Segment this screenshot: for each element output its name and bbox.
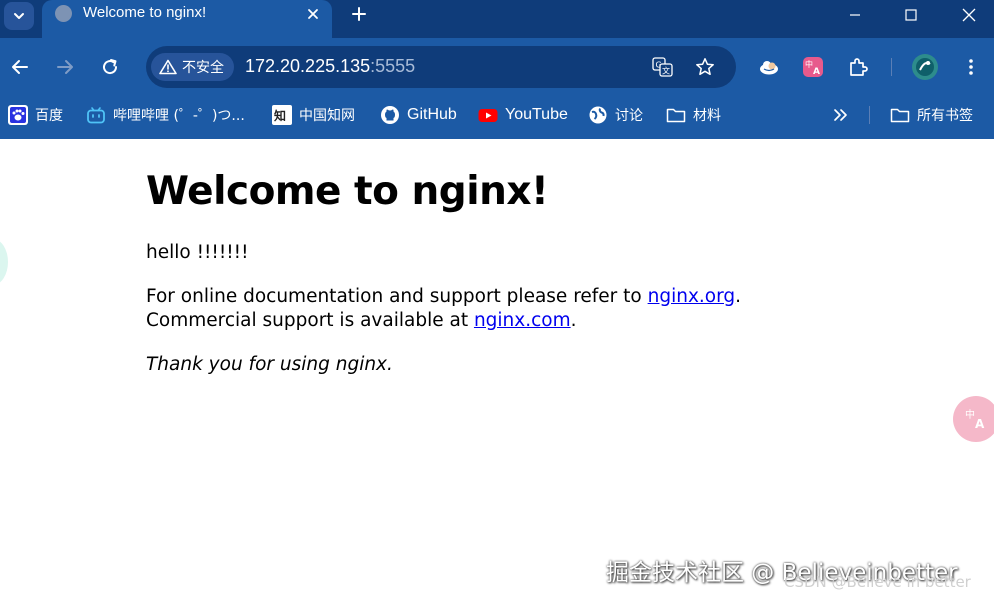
youtube-icon (478, 105, 498, 125)
double-chevron-right-icon (830, 105, 850, 125)
all-bookmarks-button[interactable]: 所有书签 (890, 104, 973, 126)
folder-icon (666, 105, 686, 125)
arrow-right-icon (57, 60, 73, 74)
baidu-icon (8, 105, 28, 125)
minimize-button[interactable] (826, 0, 884, 30)
thanks-text: Thank you for using nginx. (146, 354, 393, 375)
page-content: Welcome to nginx! hello !!!!!!! For onli… (0, 139, 994, 600)
bookmark-label: 中国知网 (299, 108, 355, 124)
svg-text:中: 中 (805, 59, 813, 69)
commercial-end: . (570, 310, 577, 331)
reload-button[interactable] (96, 53, 124, 81)
bookmark-label: 讨论 (615, 108, 643, 124)
svg-text:A: A (813, 67, 820, 77)
close-window-button[interactable] (940, 0, 994, 30)
hello-text: hello !!!!!!! (146, 242, 249, 263)
cnki-icon: 知 (272, 105, 292, 125)
github-icon (380, 105, 400, 125)
bookmarks-bar: 百度 哔哩哔哩 (゜-゜)つ... 知 中国知网 GitHub YouTube … (0, 96, 994, 139)
bookmark-youtube[interactable]: YouTube (478, 104, 568, 126)
translate-extension-button[interactable]: 中A (800, 54, 826, 80)
svg-text:中: 中 (965, 408, 975, 421)
translate-button[interactable]: G文 (652, 56, 674, 78)
minimize-icon (850, 14, 860, 16)
maximize-button[interactable] (882, 0, 940, 30)
svg-text:知: 知 (273, 108, 286, 123)
active-tab[interactable]: Welcome to nginx! (42, 0, 332, 38)
security-indicator[interactable]: 不安全 (151, 53, 234, 81)
bookmark-label: GitHub (407, 106, 457, 123)
warning-icon (159, 59, 177, 75)
folder-icon (890, 105, 910, 125)
extensions-button[interactable] (845, 54, 871, 80)
bookmarks-divider (869, 106, 870, 124)
doc-end: . (735, 286, 742, 307)
commercial-text: Commercial support is available at (146, 310, 474, 331)
svg-text:文: 文 (662, 66, 670, 76)
forward-button[interactable] (51, 53, 79, 81)
all-bookmarks-label: 所有书签 (917, 108, 973, 124)
more-vertical-icon (969, 59, 973, 75)
arrow-left-icon (12, 60, 28, 74)
profile-button[interactable] (911, 53, 939, 81)
bookmark-folder-materials[interactable]: 材料 (666, 104, 721, 126)
more-bookmarks-button[interactable] (830, 104, 850, 126)
svg-text:A: A (975, 417, 985, 431)
close-icon (308, 9, 318, 19)
bookmark-star-button[interactable] (694, 56, 716, 78)
toolbar-divider (891, 58, 892, 76)
bookmark-github[interactable]: GitHub (380, 104, 457, 126)
avatar (912, 54, 938, 80)
url-port: :5555 (370, 56, 416, 76)
bookmark-label: 材料 (693, 108, 721, 124)
close-icon (962, 8, 976, 22)
url-host: 172.20.225.135 (245, 56, 371, 76)
bilibili-icon (86, 105, 106, 125)
translate-icon: G文 (652, 57, 673, 77)
plus-icon (352, 7, 366, 21)
browser-toolbar: 不安全 172.20.225.135:5555 G文 中A (0, 38, 994, 96)
cloud-extension-icon (760, 61, 778, 75)
page-title: Welcome to nginx! (146, 169, 549, 214)
back-button[interactable] (6, 53, 34, 81)
zh-translate-icon: 中A (803, 57, 823, 77)
documentation-paragraph: For online documentation and support ple… (146, 286, 741, 307)
side-widget[interactable] (0, 239, 8, 285)
bookmark-label: 哔哩哔哩 (゜-゜)つ... (113, 108, 245, 124)
translate-float-button[interactable]: 中A (953, 396, 994, 442)
reload-icon (103, 59, 118, 75)
commercial-paragraph: Commercial support is available at nginx… (146, 310, 577, 331)
tab-search-button[interactable] (4, 2, 34, 30)
address-bar[interactable]: 不安全 172.20.225.135:5555 G文 (146, 46, 736, 88)
bookmark-baidu[interactable]: 百度 (8, 104, 63, 126)
nginx-org-link[interactable]: nginx.org (648, 286, 736, 307)
tab-title: Welcome to nginx! (83, 4, 207, 21)
bookmark-label: YouTube (505, 106, 568, 123)
bookmark-discussion[interactable]: 讨论 (588, 104, 643, 126)
puzzle-icon (850, 58, 868, 76)
zh-translate-icon: 中A (965, 408, 985, 431)
security-label: 不安全 (182, 60, 224, 76)
url-text[interactable]: 172.20.225.135:5555 (245, 56, 415, 77)
globe-icon (588, 105, 608, 125)
menu-button[interactable] (958, 54, 984, 80)
bookmark-bilibili[interactable]: 哔哩哔哩 (゜-゜)つ... (86, 104, 245, 126)
bookmark-label: 百度 (35, 108, 63, 124)
globe-icon (55, 5, 72, 22)
chevron-down-icon (14, 13, 24, 19)
doc-text: For online documentation and support ple… (146, 286, 648, 307)
extension-cloud-button[interactable] (756, 54, 782, 80)
star-icon (696, 58, 714, 76)
watermark-csdn: CSDN @Believe in better (784, 573, 971, 591)
nginx-com-link[interactable]: nginx.com (474, 310, 571, 331)
maximize-icon (905, 9, 917, 21)
tab-strip: Welcome to nginx! (0, 0, 994, 38)
bookmark-cnki[interactable]: 知 中国知网 (272, 104, 355, 126)
new-tab-button[interactable] (346, 3, 372, 25)
close-tab-button[interactable] (304, 5, 322, 23)
